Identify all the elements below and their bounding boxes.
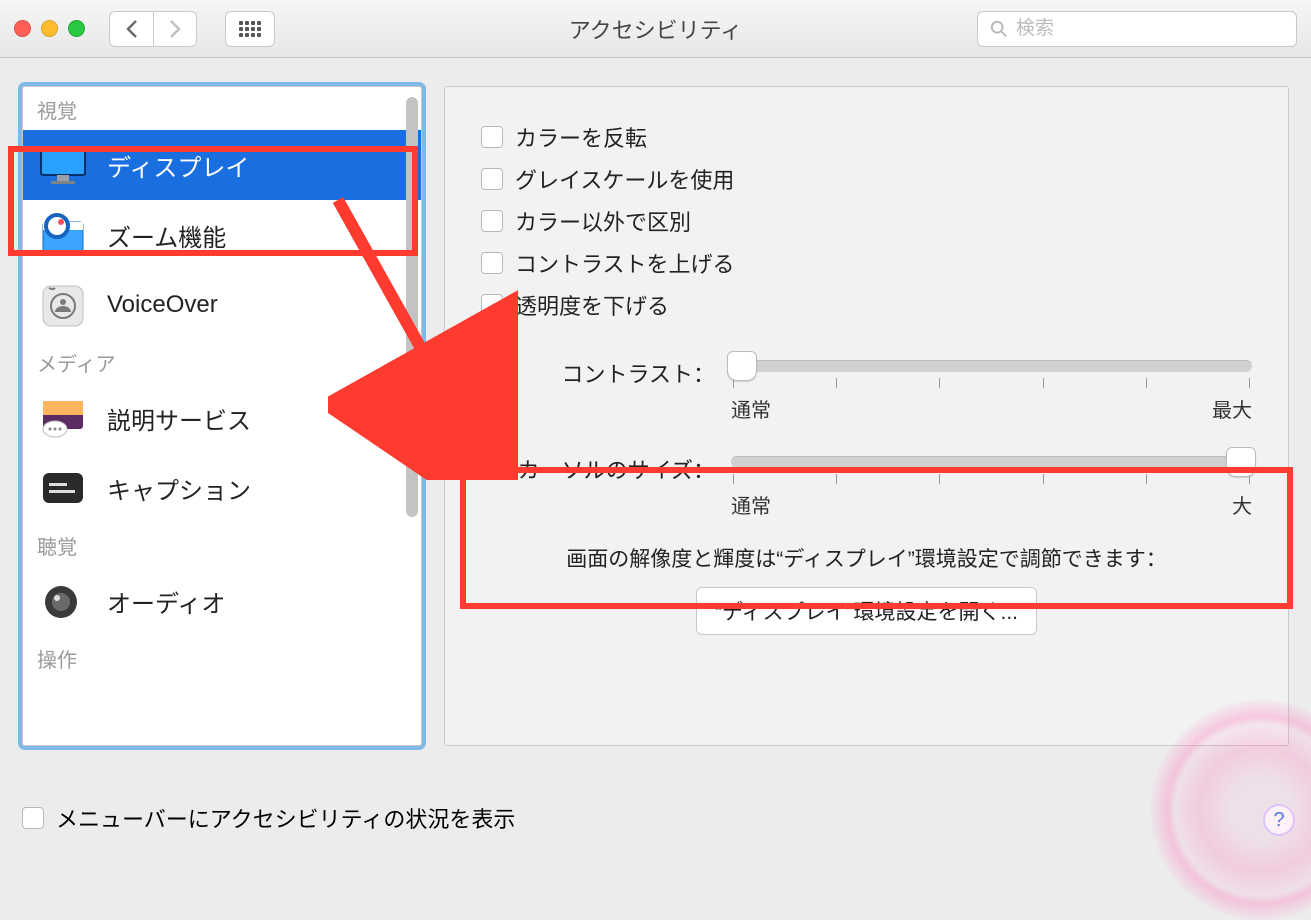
checkbox-icon <box>481 168 503 190</box>
help-button[interactable]: ? <box>1263 804 1295 836</box>
category-sidebar: 視覚 ディスプレイ <box>22 86 422 746</box>
descriptions-icon <box>37 395 89 441</box>
minimize-window-button[interactable] <box>41 20 58 37</box>
grid-icon <box>239 21 261 37</box>
show-status-in-menubar[interactable]: メニューバーにアクセシビリティの状況を表示 <box>22 802 515 834</box>
window-controls <box>14 20 85 37</box>
slider-thumb[interactable] <box>727 351 757 381</box>
checkbox-differentiate-without-color[interactable]: カラー以外で区別 <box>481 205 1252 237</box>
sidebar-item-voiceover[interactable]: VoiceOver <box>23 270 421 340</box>
checkbox-icon <box>481 252 503 274</box>
checkbox-label: カラーを反転 <box>515 121 647 153</box>
back-button[interactable] <box>109 11 153 47</box>
zoom-window-button[interactable] <box>68 20 85 37</box>
cursor-size-slider[interactable] <box>731 456 1252 468</box>
sidebar-item-display[interactable]: ディスプレイ <box>23 130 421 200</box>
chevron-right-icon <box>168 19 182 39</box>
sidebar-section-interaction: 操作 <box>23 636 421 679</box>
slider-label: カーソルのサイズ： <box>481 453 731 485</box>
sidebar-item-descriptions[interactable]: 説明サービス <box>23 383 421 453</box>
checkbox-label: カラー以外で区別 <box>515 205 691 237</box>
slider-max-label: 大 <box>1232 490 1252 519</box>
search-field[interactable] <box>977 11 1297 47</box>
sidebar-item-label: キャプション <box>107 471 251 506</box>
display-icon <box>37 142 89 188</box>
slider-row-contrast: コントラスト： 通常 最大 <box>481 357 1252 423</box>
chevron-left-icon <box>125 19 139 39</box>
slider-ticks <box>731 474 1252 484</box>
sidebar-section-vision: 視覚 <box>23 87 421 130</box>
checkbox-icon <box>481 294 503 316</box>
checkbox-use-grayscale[interactable]: グレイスケールを使用 <box>481 163 1252 195</box>
search-input[interactable] <box>1016 18 1284 40</box>
audio-icon <box>37 578 89 624</box>
slider-scale: 通常 大 <box>731 490 1252 519</box>
sidebar-item-zoom[interactable]: ズーム機能 <box>23 200 421 270</box>
sidebar-item-captions[interactable]: キャプション <box>23 453 421 523</box>
sidebar-section-media: メディア <box>23 340 421 383</box>
checkbox-icon <box>22 807 44 829</box>
sidebar-item-label: VoiceOver <box>107 291 218 319</box>
close-window-button[interactable] <box>14 20 31 37</box>
checkbox-invert-colors[interactable]: カラーを反転 <box>481 121 1252 153</box>
voiceover-icon <box>37 282 89 328</box>
slider-max-label: 最大 <box>1212 394 1252 423</box>
sidebar-item-label: オーディオ <box>107 584 225 619</box>
slider-ticks <box>731 378 1252 388</box>
sidebar-scrollbar[interactable] <box>406 97 418 517</box>
sidebar-item-label: 説明サービス <box>107 401 251 436</box>
checkbox-icon <box>481 210 503 232</box>
slider-label: コントラスト： <box>481 357 731 389</box>
titlebar: アクセシビリティ <box>0 0 1311 58</box>
zoom-icon <box>37 212 89 258</box>
slider-thumb[interactable] <box>1226 447 1256 477</box>
checkbox-increase-contrast[interactable]: コントラストを上げる <box>481 247 1252 279</box>
sidebar-item-audio[interactable]: オーディオ <box>23 566 421 636</box>
checkbox-label: コントラストを上げる <box>515 247 735 279</box>
contrast-slider[interactable] <box>731 360 1252 372</box>
slider-row-cursor-size: カーソルのサイズ： 通常 大 <box>481 453 1252 519</box>
sidebar-section-hearing: 聴覚 <box>23 523 421 566</box>
checkbox-reduce-transparency[interactable]: 透明度を下げる <box>481 289 1252 321</box>
checkbox-label: 透明度を下げる <box>515 289 669 321</box>
search-icon <box>990 20 1008 38</box>
display-prefs-hint: 画面の解像度と輝度は“ディスプレイ”環境設定で調節できます： <box>481 543 1252 573</box>
checkbox-icon <box>481 126 503 148</box>
captions-icon <box>37 465 89 511</box>
slider-min-label: 通常 <box>731 490 771 519</box>
slider-min-label: 通常 <box>731 394 771 423</box>
checkbox-label: メニューバーにアクセシビリティの状況を表示 <box>56 802 515 834</box>
sidebar-item-label: ディスプレイ <box>107 148 249 183</box>
slider-scale: 通常 最大 <box>731 394 1252 423</box>
forward-button[interactable] <box>153 11 197 47</box>
sidebar-item-label: ズーム機能 <box>107 218 226 253</box>
checkbox-label: グレイスケールを使用 <box>515 163 734 195</box>
settings-panel: カラーを反転 グレイスケールを使用 カラー以外で区別 コントラストを上げる 透明… <box>444 86 1289 746</box>
nav-buttons <box>109 11 197 47</box>
show-all-button[interactable] <box>225 11 275 47</box>
open-display-prefs-button[interactable]: “ディスプレイ”環境設定を開く... <box>696 587 1037 635</box>
